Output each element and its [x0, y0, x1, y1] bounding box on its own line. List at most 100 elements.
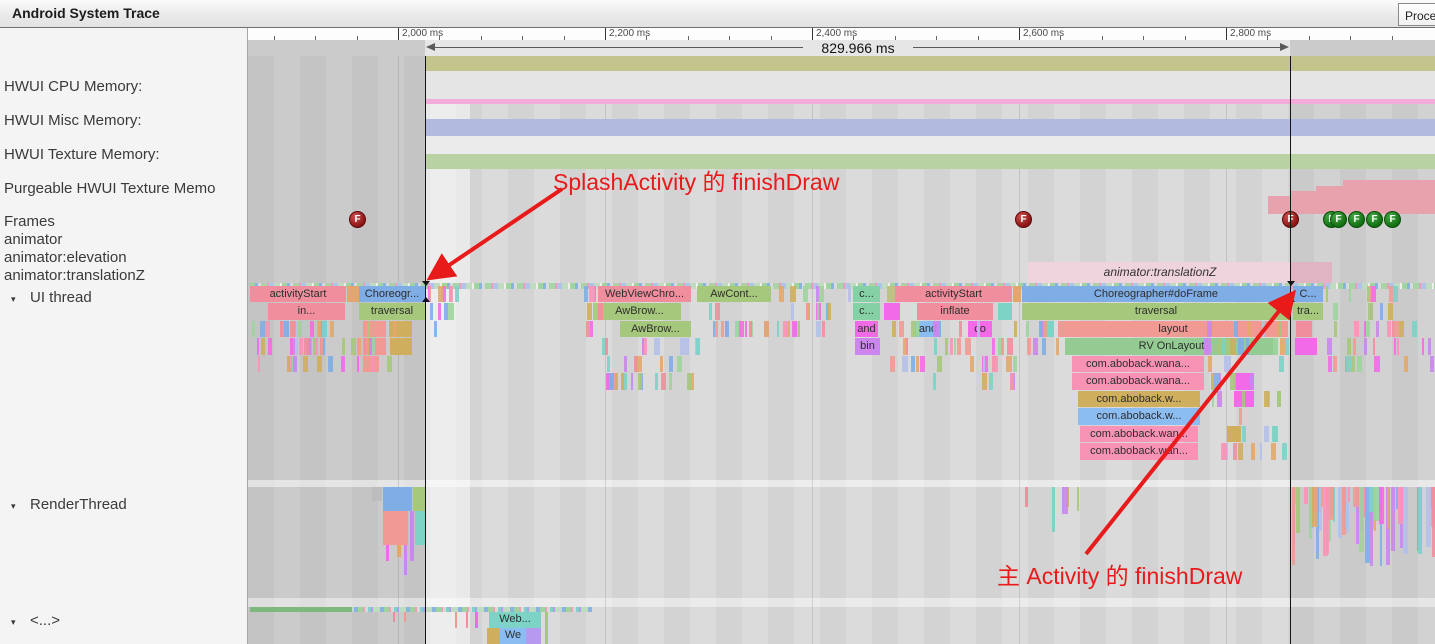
process-button[interactable]: Proce	[1398, 3, 1435, 26]
trace-slice[interactable]	[661, 373, 666, 390]
trace-slice[interactable]	[387, 356, 392, 373]
trace-slice[interactable]	[434, 321, 437, 338]
trace-slice[interactable]	[828, 303, 831, 320]
trace-slice[interactable]	[1230, 373, 1236, 390]
trace-slice[interactable]	[965, 338, 971, 355]
trace-slice[interactable]	[655, 373, 658, 390]
hwui-cpu-memory-band[interactable]	[425, 56, 1435, 71]
trace-slice[interactable]	[290, 321, 294, 338]
sidebar-item-hwui-cpu-memory[interactable]: HWUI CPU Memory:	[4, 78, 142, 95]
trace-slice[interactable]	[1077, 487, 1079, 511]
trace-slice[interactable]	[393, 321, 397, 338]
expander-triangle-icon[interactable]: ▾	[4, 617, 30, 628]
trace-span[interactable]: traversal	[359, 303, 425, 320]
trace-span[interactable]: com.aboback.w...	[1078, 408, 1200, 425]
frame-marker-green[interactable]: F	[1348, 211, 1365, 228]
trace-slice[interactable]	[1014, 321, 1017, 338]
trace-slice[interactable]	[822, 321, 824, 338]
trace-span[interactable]: bin	[855, 338, 880, 355]
trace-slice[interactable]	[605, 338, 608, 355]
trace-slice[interactable]	[890, 356, 895, 373]
trace-slice[interactable]	[911, 321, 915, 338]
trace-slice[interactable]	[299, 338, 303, 355]
trace-slice[interactable]	[1026, 321, 1029, 338]
trace-slice[interactable]	[321, 338, 323, 355]
trace-slice[interactable]	[1393, 286, 1397, 303]
trace-slice[interactable]	[983, 356, 985, 373]
measure-line[interactable]	[425, 28, 426, 644]
trace-slice[interactable]	[587, 303, 592, 320]
trace-span-unlabeled[interactable]	[1013, 286, 1021, 303]
trace-slice[interactable]	[351, 338, 356, 355]
counter-row-light[interactable]	[425, 71, 1435, 99]
trace-slice[interactable]	[920, 356, 925, 373]
trace-slice[interactable]	[1353, 338, 1356, 355]
trace-span[interactable]: C...	[1293, 286, 1323, 303]
trace-slice[interactable]	[777, 321, 779, 338]
trace-span-unlabeled[interactable]	[404, 545, 407, 575]
trace-slice[interactable]	[1412, 321, 1417, 338]
trace-span[interactable]: AwBrow...	[620, 321, 691, 338]
trace-slice[interactable]	[1251, 443, 1255, 460]
frame-marker-red[interactable]: F	[349, 211, 366, 228]
trace-slice[interactable]	[1338, 487, 1342, 538]
trace-span[interactable]: layout	[1058, 321, 1288, 338]
trace-slice[interactable]	[1264, 391, 1269, 408]
trace-slice[interactable]	[371, 356, 375, 373]
trace-slice[interactable]	[977, 321, 980, 338]
hwui-misc-memory-band[interactable]	[425, 99, 1435, 104]
trace-slice[interactable]	[438, 286, 443, 303]
measure-line-handle[interactable]	[1287, 281, 1295, 286]
trace-slice[interactable]	[1013, 356, 1017, 373]
trace-slice[interactable]	[448, 303, 453, 320]
trace-span-unlabeled[interactable]	[410, 511, 414, 561]
trace-slice[interactable]	[1389, 286, 1392, 303]
trace-span[interactable]: com.aboback.wana...	[1072, 373, 1204, 390]
trace-slice[interactable]	[934, 338, 938, 355]
trace-slice[interactable]	[1374, 487, 1380, 521]
trace-slice[interactable]	[1334, 321, 1337, 338]
trace-slice[interactable]	[1329, 487, 1334, 520]
trace-slice[interactable]	[819, 286, 824, 303]
trace-span[interactable]: in...	[268, 303, 345, 320]
trace-slice[interactable]	[1309, 487, 1312, 539]
trace-slice[interactable]	[1380, 303, 1383, 320]
trace-slice[interactable]	[1010, 373, 1012, 390]
measure-line[interactable]	[1290, 28, 1291, 644]
trace-span[interactable]: AwBrow...	[598, 303, 681, 320]
trace-slice[interactable]	[1391, 487, 1396, 551]
trace-slice[interactable]	[654, 338, 660, 355]
trace-slice[interactable]	[642, 338, 644, 355]
trace-span-unlabeled[interactable]	[372, 487, 382, 501]
sidebar-item-purgeable-hwui-texture-memo[interactable]: Purgeable HWUI Texture Memo	[4, 180, 215, 197]
trace-slice[interactable]	[1351, 356, 1355, 373]
trace-slice[interactable]	[848, 286, 851, 303]
trace-slice[interactable]	[1271, 443, 1276, 460]
trace-slice[interactable]	[739, 321, 744, 338]
trace-slice[interactable]	[1246, 338, 1249, 355]
trace-slice[interactable]	[803, 286, 808, 303]
trace-slice[interactable]	[1369, 487, 1374, 512]
expander-triangle-icon[interactable]: ▾	[4, 294, 30, 305]
trace-slice[interactable]	[341, 356, 344, 373]
trace-slice[interactable]	[1394, 338, 1396, 355]
trace-slice[interactable]	[584, 286, 589, 303]
trace-slice[interactable]	[1219, 373, 1221, 390]
trace-slice[interactable]	[1238, 443, 1243, 460]
trace-slice[interactable]	[1349, 286, 1351, 303]
trace-slice[interactable]	[1328, 356, 1332, 373]
trace-span-unlabeled[interactable]	[526, 628, 541, 644]
trace-slice[interactable]	[1217, 391, 1222, 408]
trace-slice[interactable]	[261, 338, 266, 355]
trace-slice[interactable]	[1242, 426, 1246, 443]
trace-slice[interactable]	[1304, 487, 1308, 504]
counter-step[interactable]	[1290, 191, 1316, 214]
trace-slice[interactable]	[438, 303, 441, 320]
counter-step[interactable]	[1316, 186, 1343, 214]
trace-slice[interactable]	[725, 321, 729, 338]
trace-slice[interactable]	[1369, 286, 1371, 303]
trace-slice[interactable]	[328, 356, 333, 373]
trace-slice[interactable]	[1042, 338, 1046, 355]
trace-slice[interactable]	[634, 356, 636, 373]
trace-slice[interactable]	[1239, 408, 1242, 425]
